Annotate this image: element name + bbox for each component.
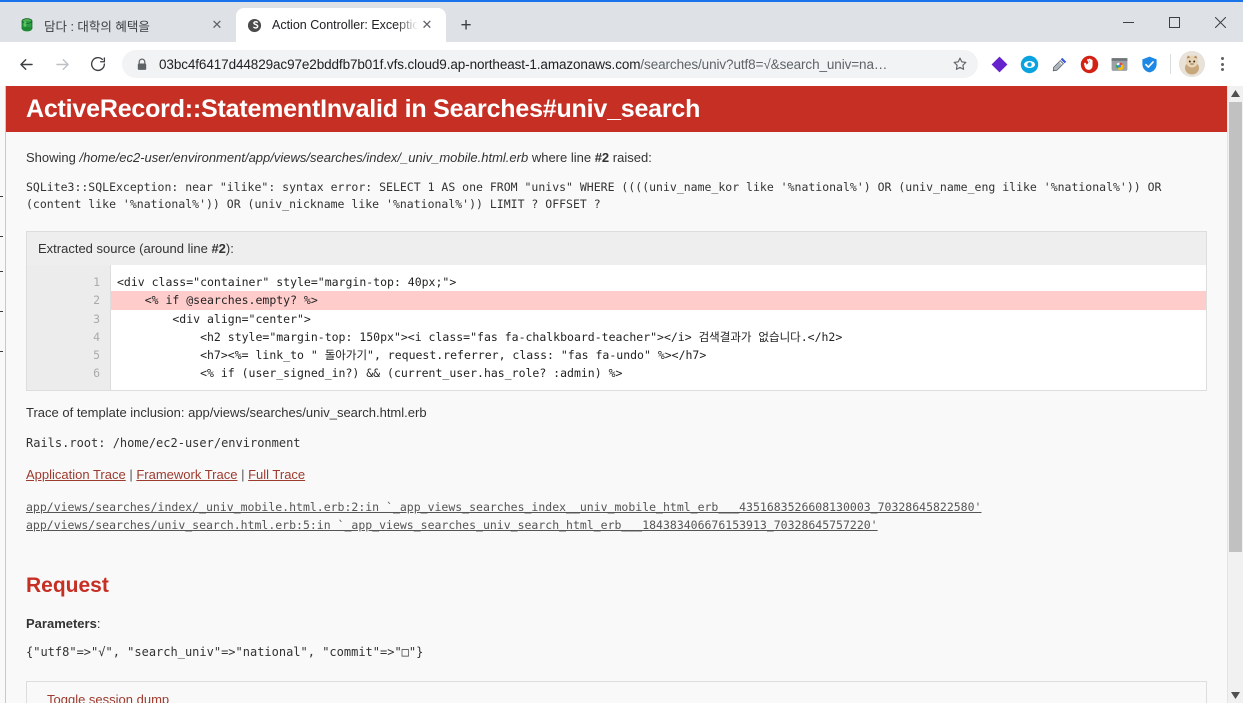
stack-trace-line[interactable]: app/views/searches/index/_univ_mobile.ht… xyxy=(26,498,1207,516)
line-number: 6 xyxy=(93,366,100,381)
line-number: 4 xyxy=(93,329,100,344)
application-trace-link[interactable]: Application Trace xyxy=(26,467,126,482)
code-line-highlighted: <% if @searches.empty? %> xyxy=(111,291,1206,310)
code-line: <h2 style="margin-top: 150px"><i class="… xyxy=(117,329,843,344)
session-dump-box: Toggle session dump xyxy=(26,681,1207,703)
new-tab-button[interactable]: + xyxy=(452,11,480,39)
line-number-gutter: 1 2 3 4 5 6 xyxy=(27,265,110,390)
globe-icon xyxy=(246,17,263,34)
browser-tab-0[interactable]: 담다 : 대학의 혜택을 ✕ xyxy=(8,8,236,42)
error-page: ActiveRecord::StatementInvalid in Search… xyxy=(6,86,1227,703)
error-body: Showing /home/ec2-user/environment/app/v… xyxy=(6,132,1227,703)
eyedropper-icon[interactable] xyxy=(1046,51,1072,77)
stack-trace: app/views/searches/index/_univ_mobile.ht… xyxy=(26,482,1207,534)
tab-close-icon[interactable]: ✕ xyxy=(418,16,436,34)
error-header: ActiveRecord::StatementInvalid in Search… xyxy=(6,86,1227,132)
window-maximize-button[interactable] xyxy=(1151,2,1197,42)
browser-toolbar: 03bc4f6417d44829ac97e2bddfb7b01f.vfs.clo… xyxy=(0,42,1243,86)
edge-mark xyxy=(0,351,3,352)
framework-trace-link[interactable]: Framework Trace xyxy=(136,467,237,482)
extracted-source-body: 1 2 3 4 5 6 <div class="container" style… xyxy=(27,265,1206,390)
scrollbar-up-arrow-icon[interactable] xyxy=(1228,86,1243,101)
line-number: 1 xyxy=(93,275,100,289)
scrollbar-thumb[interactable] xyxy=(1229,102,1242,552)
adblock-stop-hand-icon[interactable] xyxy=(1076,51,1102,77)
full-trace-link[interactable]: Full Trace xyxy=(248,467,305,482)
url-path: /searches/univ?utf8=√&search_univ=na… xyxy=(640,56,888,72)
url-domain: 03bc4f6417d44829ac97e2bddfb7b01f.vfs.clo… xyxy=(159,56,641,72)
request-heading: Request xyxy=(26,574,109,597)
showing-mid: where line xyxy=(528,150,595,165)
showing-prefix: Showing xyxy=(26,150,80,165)
page-scrollbar[interactable] xyxy=(1227,86,1243,703)
menu-dot xyxy=(1220,57,1224,60)
showing-line: Showing /home/ec2-user/environment/app/v… xyxy=(26,132,1207,165)
back-button-icon[interactable] xyxy=(11,49,41,79)
toggle-session-dump-link[interactable]: Toggle session dump xyxy=(47,692,169,703)
address-bar-url: 03bc4f6417d44829ac97e2bddfb7b01f.vfs.clo… xyxy=(159,57,948,72)
tab-strip: 담다 : 대학의 혜택을 ✕ Action Controller: Except… xyxy=(0,2,1243,42)
edge-mark xyxy=(0,196,3,197)
avatar[interactable] xyxy=(1179,51,1205,77)
line-number: 5 xyxy=(93,348,100,363)
parameters-colon: : xyxy=(96,616,101,631)
line-number: 3 xyxy=(93,311,100,326)
code-area: <div class="container" style="margin-top… xyxy=(110,265,1206,390)
edge-mark xyxy=(0,236,3,237)
tab-title: 담다 : 대학의 혜택을 xyxy=(44,19,150,34)
tab-title: Action Controller: Exception cau xyxy=(272,18,418,32)
database-cylinder-icon xyxy=(18,17,35,34)
showing-suffix: raised: xyxy=(609,150,652,165)
parameters-value: {"utf8"=>"√", "search_univ"=>"national",… xyxy=(26,645,424,659)
reload-button-icon[interactable] xyxy=(83,49,113,79)
browser-tab-1[interactable]: Action Controller: Exception cau ✕ xyxy=(236,8,446,42)
page-viewport: ActiveRecord::StatementInvalid in Search… xyxy=(0,86,1243,703)
parameters-label: Parameters: xyxy=(26,598,1207,631)
template-inclusion-trace: Trace of template inclusion: app/views/s… xyxy=(26,405,427,420)
blue-shield-check-icon[interactable] xyxy=(1136,51,1162,77)
window-close-button[interactable] xyxy=(1197,2,1243,42)
edge-mark xyxy=(0,311,3,312)
extracted-line-number: #2 xyxy=(211,241,226,256)
extracted-prefix: Extracted source (around line xyxy=(38,241,212,256)
showing-line-number: #2 xyxy=(594,150,610,165)
stack-trace-line[interactable]: app/views/searches/univ_search.html.erb:… xyxy=(26,516,1207,534)
three-dot-menu-icon[interactable] xyxy=(1209,51,1235,77)
line-number: 2 xyxy=(93,293,100,308)
edge-mark xyxy=(0,271,3,272)
tab-close-icon[interactable]: ✕ xyxy=(208,16,226,34)
window-controls xyxy=(1105,2,1243,42)
toolbar-divider xyxy=(1170,54,1171,74)
window-minimize-button[interactable] xyxy=(1105,2,1151,42)
parameters-label-text: Parameters xyxy=(26,616,97,631)
page-title: ActiveRecord::StatementInvalid in Search… xyxy=(26,94,701,123)
code-line: <% if (user_signed_in?) && (current_user… xyxy=(117,366,623,381)
blue-eye-icon[interactable] xyxy=(1016,51,1042,77)
rails-root: Rails.root: /home/ec2-user/environment xyxy=(26,436,301,450)
scrollbar-down-arrow-icon[interactable] xyxy=(1228,688,1243,703)
forward-button-icon[interactable] xyxy=(47,49,77,79)
purple-diamond-icon[interactable] xyxy=(986,51,1012,77)
menu-dot xyxy=(1220,68,1224,71)
code-line: <div class="container" style="margin-top… xyxy=(117,275,457,289)
trace-sep: | xyxy=(237,467,249,482)
chrome-window-icon[interactable] xyxy=(1106,51,1132,77)
code-line: <div align="center"> xyxy=(117,311,311,326)
lock-icon xyxy=(134,56,150,72)
address-bar[interactable]: 03bc4f6417d44829ac97e2bddfb7b01f.vfs.clo… xyxy=(122,50,978,78)
trace-sep: | xyxy=(125,467,137,482)
showing-path: /home/ec2-user/environment/app/views/sea… xyxy=(79,150,529,165)
code-line: <h7><%= link_to " 돌아가기", request.referre… xyxy=(117,348,707,363)
menu-dot xyxy=(1220,62,1224,66)
bookmark-star-icon[interactable] xyxy=(948,52,972,76)
browser-window: 담다 : 대학의 혜택을 ✕ Action Controller: Except… xyxy=(0,0,1243,703)
extracted-source-title: Extracted source (around line #2): xyxy=(27,232,1206,265)
extracted-source-box: Extracted source (around line #2): 1 2 3… xyxy=(26,231,1207,391)
sql-exception-message: SQLite3::SQLException: near "ilike": syn… xyxy=(26,180,1162,211)
extracted-suffix: ): xyxy=(225,241,234,256)
trace-link-row: Application Trace | Framework Trace | Fu… xyxy=(26,450,1207,482)
